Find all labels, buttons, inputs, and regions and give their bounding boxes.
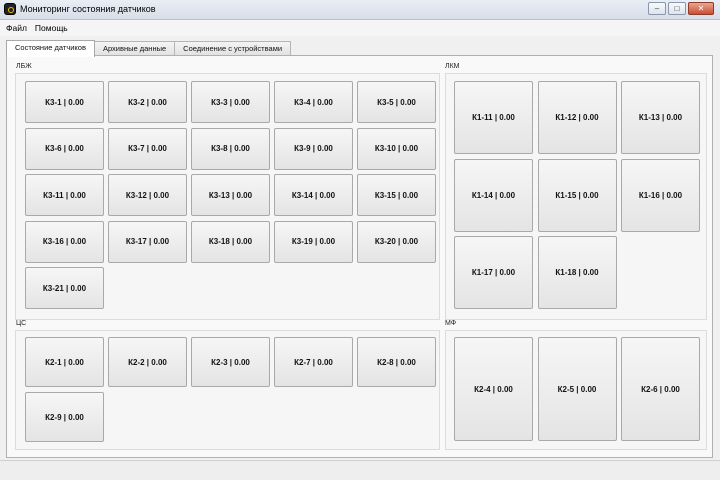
tab-bar: Состояние датчиков Архивные данные Соеди… bbox=[6, 40, 292, 57]
sensor-button[interactable]: К2-8 | 0.00 bbox=[357, 337, 436, 387]
group-label-mf: МФ bbox=[445, 320, 457, 327]
sensor-button[interactable]: К2-5 | 0.00 bbox=[537, 337, 617, 441]
window-title: Мониторинг состояния датчиков bbox=[20, 4, 156, 14]
sensor-button[interactable]: К3-10 | 0.00 bbox=[357, 127, 436, 170]
group-ts: К2-1 | 0.00 К2-2 | 0.00 К2-3 | 0.00 К2-7 | … bbox=[15, 330, 440, 450]
status-bar bbox=[0, 460, 720, 480]
minimize-button[interactable]: – bbox=[648, 2, 666, 15]
sensor-button[interactable]: К1-18 | 0.00 bbox=[537, 236, 617, 309]
sensor-button[interactable]: К3-5 | 0.00 bbox=[357, 81, 436, 123]
sensor-button[interactable]: К3-18 | 0.00 bbox=[191, 220, 270, 263]
main-window: Мониторинг состояния датчиков – □ ✕ Файл… bbox=[0, 0, 720, 480]
sensor-button[interactable]: К1-11 | 0.00 bbox=[454, 81, 533, 154]
sensor-button[interactable]: К1-14 | 0.00 bbox=[454, 158, 533, 232]
menu-bar: Файл Помощь bbox=[0, 20, 720, 36]
app-icon bbox=[4, 3, 16, 15]
sensor-button[interactable]: К2-9 | 0.00 bbox=[25, 392, 104, 442]
sensor-button[interactable]: К3-12 | 0.00 bbox=[108, 174, 187, 216]
sensor-button[interactable]: К2-6 | 0.00 bbox=[621, 337, 700, 441]
tab-panel-sensor-status: ЛБЖ К3-1 | 0.00 К3-2 | 0.00 К3-3 | 0.00 К3-… bbox=[6, 55, 713, 458]
sensor-button[interactable]: К3-16 | 0.00 bbox=[25, 220, 104, 263]
sensor-button[interactable]: К3-1 | 0.00 bbox=[25, 81, 104, 123]
group-mf: К2-4 | 0.00 К2-5 | 0.00 К2-6 | 0.00 bbox=[445, 330, 707, 450]
maximize-button[interactable]: □ bbox=[668, 2, 686, 15]
tab-archive[interactable]: Архивные данные bbox=[93, 41, 176, 56]
sensor-button[interactable]: К1-17 | 0.00 bbox=[454, 236, 533, 309]
group-lbzh: К3-1 | 0.00 К3-2 | 0.00 К3-3 | 0.00 К3-4 | … bbox=[15, 73, 440, 320]
sensor-button[interactable]: К3-19 | 0.00 bbox=[274, 220, 353, 263]
sensor-button[interactable]: К2-3 | 0.00 bbox=[191, 337, 270, 387]
sensor-button[interactable]: К2-1 | 0.00 bbox=[25, 337, 104, 387]
group-label-lkm: ЛКМ bbox=[445, 63, 460, 70]
sensor-button[interactable]: К1-12 | 0.00 bbox=[537, 81, 617, 154]
sensor-button[interactable]: К3-20 | 0.00 bbox=[357, 220, 436, 263]
sensor-button[interactable]: К2-7 | 0.00 bbox=[274, 337, 353, 387]
sensor-button[interactable]: К1-16 | 0.00 bbox=[621, 158, 700, 232]
sensor-button[interactable]: К3-3 | 0.00 bbox=[191, 81, 270, 123]
window-controls: – □ ✕ bbox=[648, 2, 714, 15]
sensor-button[interactable]: К3-7 | 0.00 bbox=[108, 127, 187, 170]
sensor-button[interactable]: К2-2 | 0.00 bbox=[108, 337, 187, 387]
sensor-button[interactable]: К3-17 | 0.00 bbox=[108, 220, 187, 263]
sensor-button[interactable]: К2-4 | 0.00 bbox=[454, 337, 533, 441]
sensor-button[interactable]: К3-11 | 0.00 bbox=[25, 174, 104, 216]
sensor-button[interactable]: К3-13 | 0.00 bbox=[191, 174, 270, 216]
group-label-ts: ЦС bbox=[16, 320, 27, 327]
sensor-button[interactable]: К1-15 | 0.00 bbox=[537, 158, 617, 232]
sensor-button[interactable]: К3-21 | 0.00 bbox=[25, 267, 104, 309]
sensor-button[interactable]: К3-6 | 0.00 bbox=[25, 127, 104, 170]
title-bar[interactable]: Мониторинг состояния датчиков – □ ✕ bbox=[0, 0, 720, 20]
group-lkm: К1-11 | 0.00 К1-12 | 0.00 К1-13 | 0.00 К1-1… bbox=[445, 73, 707, 320]
tab-sensor-status[interactable]: Состояние датчиков bbox=[6, 40, 95, 57]
tab-device-connection[interactable]: Соединение с устройствами bbox=[174, 41, 292, 56]
sensor-button[interactable]: К3-8 | 0.00 bbox=[191, 127, 270, 170]
sensor-button[interactable]: К1-13 | 0.00 bbox=[621, 81, 700, 154]
menu-file[interactable]: Файл bbox=[6, 23, 27, 33]
sensor-button[interactable]: К3-14 | 0.00 bbox=[274, 174, 353, 216]
sensor-button[interactable]: К3-9 | 0.00 bbox=[274, 127, 353, 170]
close-button[interactable]: ✕ bbox=[688, 2, 714, 15]
sensor-button[interactable]: К3-15 | 0.00 bbox=[357, 174, 436, 216]
sensor-button[interactable]: К3-4 | 0.00 bbox=[274, 81, 353, 123]
menu-help[interactable]: Помощь bbox=[35, 23, 68, 33]
group-label-lbzh: ЛБЖ bbox=[16, 63, 32, 70]
sensor-button[interactable]: К3-2 | 0.00 bbox=[108, 81, 187, 123]
